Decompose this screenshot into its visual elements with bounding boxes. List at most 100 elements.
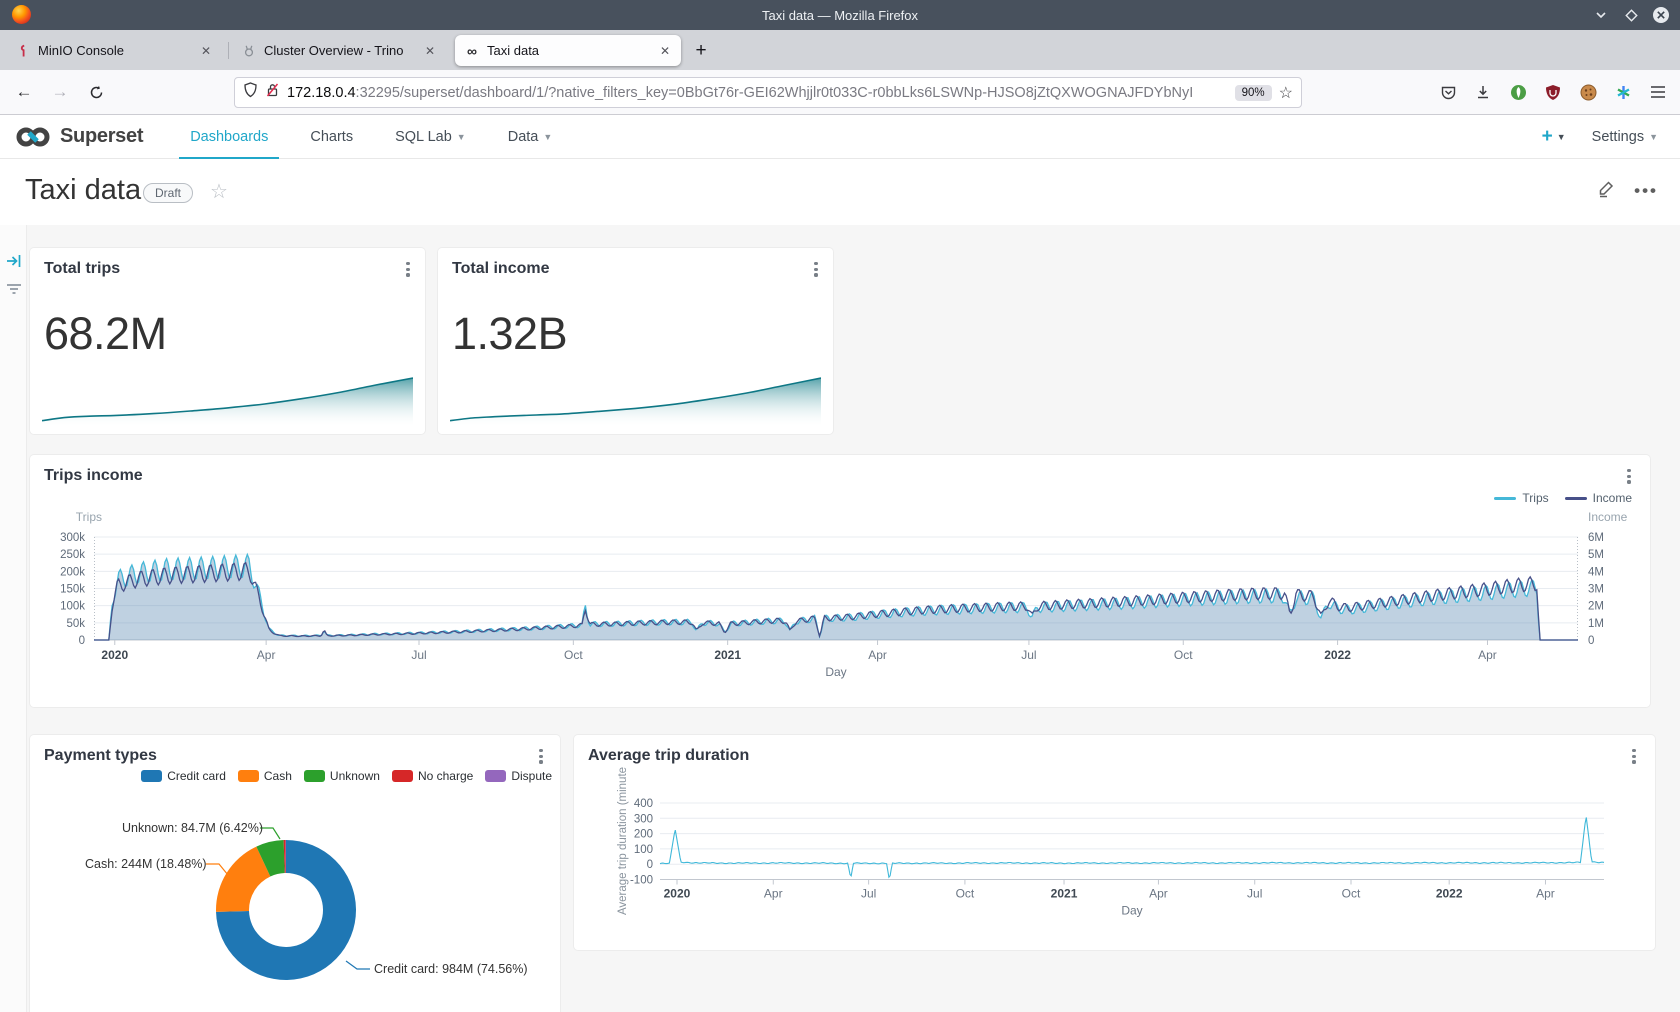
nav-label: Charts bbox=[310, 129, 353, 145]
svg-text:Oct: Oct bbox=[1174, 648, 1193, 662]
donut-callout-unknown: Unknown: 84.7M (6.42%) bbox=[122, 821, 260, 835]
svg-text:250k: 250k bbox=[60, 549, 85, 561]
ublock-icon[interactable] bbox=[1539, 78, 1567, 106]
donut-callout-cash: Cash: 244M (18.48%) bbox=[85, 857, 203, 871]
tab-separator bbox=[228, 42, 229, 59]
svg-text:200k: 200k bbox=[60, 566, 85, 578]
chart-menu-kebab-icon[interactable] bbox=[809, 262, 823, 277]
chart-card-trips-income: Trips income TripsIncome 300k6M250k5M200… bbox=[30, 455, 1650, 707]
forward-button[interactable]: → bbox=[46, 78, 74, 106]
svg-text:-100: -100 bbox=[630, 875, 653, 887]
window-minimize-button[interactable] bbox=[1592, 6, 1610, 24]
dashboard-body: Total trips 68.2M Total income 1.32B Tri… bbox=[0, 225, 1680, 1012]
chart-card-payment-types: Payment types Credit cardCashUnknownNo c… bbox=[30, 735, 560, 1012]
svg-text:2022: 2022 bbox=[1436, 887, 1463, 901]
reload-button[interactable] bbox=[82, 78, 110, 106]
pocket-icon[interactable] bbox=[1434, 78, 1462, 106]
tab-close-icon[interactable]: ✕ bbox=[423, 44, 437, 58]
svg-text:Jul: Jul bbox=[411, 648, 426, 662]
nav-item-sql-lab[interactable]: SQL Lab ▼ bbox=[374, 115, 487, 159]
svg-text:Day: Day bbox=[825, 665, 846, 679]
tab-taxi-data[interactable]: ∞ Taxi data ✕ bbox=[455, 35, 681, 66]
svg-text:2022: 2022 bbox=[1324, 648, 1351, 662]
chart-card-total-trips: Total trips 68.2M bbox=[30, 248, 425, 434]
tab-minio-console[interactable]: MinIO Console ✕ bbox=[6, 35, 222, 66]
svg-text:Income: Income bbox=[1588, 510, 1628, 524]
favorite-star-icon[interactable]: ☆ bbox=[210, 179, 228, 204]
svg-text:50k: 50k bbox=[66, 618, 85, 630]
chart-title: Total trips bbox=[44, 260, 120, 278]
superset-favicon: ∞ bbox=[464, 43, 480, 59]
tab-label: MinIO Console bbox=[38, 43, 192, 58]
new-tab-button[interactable]: + bbox=[688, 38, 714, 64]
bookmark-star-icon[interactable]: ☆ bbox=[1279, 83, 1293, 103]
more-options-icon[interactable]: ••• bbox=[1634, 181, 1658, 201]
chevron-down-icon: ▼ bbox=[1649, 132, 1658, 142]
plus-icon: + bbox=[1542, 126, 1553, 148]
edit-pencil-icon[interactable] bbox=[1597, 179, 1616, 203]
svg-text:Apr: Apr bbox=[1536, 887, 1555, 901]
big-number-value: 1.32B bbox=[452, 308, 567, 360]
settings-menu[interactable]: Settings ▼ bbox=[1592, 129, 1658, 145]
svg-text:Day: Day bbox=[1121, 904, 1142, 918]
nav-label: Data bbox=[508, 129, 539, 145]
tab-trino[interactable]: Cluster Overview - Trino ✕ bbox=[232, 35, 446, 66]
tab-close-icon[interactable]: ✕ bbox=[658, 44, 672, 58]
svg-text:100: 100 bbox=[634, 844, 653, 856]
svg-text:2021: 2021 bbox=[1051, 887, 1078, 901]
add-new-button[interactable]: + ▼ bbox=[1542, 126, 1566, 148]
nav-label: SQL Lab bbox=[395, 129, 452, 145]
nav-item-data[interactable]: Data ▼ bbox=[487, 115, 574, 159]
chevron-down-icon: ▼ bbox=[543, 132, 552, 142]
svg-text:0: 0 bbox=[647, 859, 653, 871]
chart-menu-kebab-icon[interactable] bbox=[401, 262, 415, 277]
sparkline-chart[interactable] bbox=[450, 376, 821, 431]
svg-text:200: 200 bbox=[634, 829, 653, 841]
sparkline-chart[interactable] bbox=[42, 376, 413, 431]
zoom-level-badge[interactable]: 90% bbox=[1235, 85, 1272, 101]
app-nav-items: Dashboards Charts SQL Lab ▼ Data ▼ bbox=[169, 115, 573, 159]
svg-text:2020: 2020 bbox=[664, 887, 691, 901]
nav-item-dashboards[interactable]: Dashboards bbox=[169, 115, 289, 159]
svg-text:Jul: Jul bbox=[1247, 887, 1262, 901]
big-number-value: 68.2M bbox=[44, 308, 167, 360]
svg-text:300k: 300k bbox=[60, 532, 85, 544]
insecure-lock-icon[interactable] bbox=[265, 82, 280, 103]
window-controls bbox=[1592, 0, 1670, 30]
window-maximize-button[interactable] bbox=[1622, 6, 1640, 24]
extension-green-icon[interactable] bbox=[1504, 78, 1532, 106]
shield-icon[interactable] bbox=[243, 82, 258, 103]
window-title: Taxi data — Mozilla Firefox bbox=[0, 8, 1680, 23]
chart-card-total-income: Total income 1.32B bbox=[438, 248, 833, 434]
url-bar[interactable]: 172.18.0.4:32295/superset/dashboard/1/?n… bbox=[234, 77, 1302, 108]
nav-item-charts[interactable]: Charts bbox=[289, 115, 374, 159]
tab-close-icon[interactable]: ✕ bbox=[199, 44, 213, 58]
svg-text:Apr: Apr bbox=[257, 648, 276, 662]
donut-callout-credit-card: Credit card: 984M (74.56%) bbox=[374, 962, 528, 976]
filters-funnel-icon[interactable] bbox=[5, 280, 23, 298]
trips-income-chart[interactable]: 300k6M250k5M200k4M150k3M100k2M50k1M00Tri… bbox=[30, 455, 1650, 707]
menu-icon[interactable] bbox=[1644, 78, 1672, 106]
expand-filter-bar-icon[interactable] bbox=[5, 252, 23, 270]
multicolor-extension-icon[interactable] bbox=[1609, 78, 1637, 106]
superset-logo[interactable]: Superset bbox=[14, 125, 143, 149]
download-icon[interactable] bbox=[1469, 78, 1497, 106]
chart-card-avg-trip-duration: Average trip duration 4003002001000-1002… bbox=[574, 735, 1655, 950]
svg-text:150k: 150k bbox=[60, 584, 85, 596]
back-button[interactable]: ← bbox=[10, 78, 38, 106]
tab-strip: MinIO Console ✕ Cluster Overview - Trino… bbox=[0, 30, 1680, 70]
svg-text:2020: 2020 bbox=[101, 648, 128, 662]
brand-name: Superset bbox=[60, 125, 143, 148]
svg-text:Jul: Jul bbox=[861, 887, 876, 901]
svg-text:Jul: Jul bbox=[1021, 648, 1036, 662]
status-badge: Draft bbox=[143, 183, 193, 203]
avg-trip-duration-chart[interactable]: 4003002001000-1002020AprJulOct2021AprJul… bbox=[574, 735, 1655, 950]
svg-text:Apr: Apr bbox=[1478, 648, 1497, 662]
page-title: Taxi data bbox=[25, 174, 141, 207]
url-text[interactable]: 172.18.0.4:32295/superset/dashboard/1/?n… bbox=[287, 85, 1228, 101]
app-nav-right: + ▼ Settings ▼ bbox=[1542, 126, 1658, 148]
screen: Taxi data — Mozilla Firefox MinIO Consol… bbox=[0, 0, 1680, 1012]
cookie-extension-icon[interactable] bbox=[1574, 78, 1602, 106]
window-close-button[interactable] bbox=[1652, 6, 1670, 24]
toolbar-extensions bbox=[1434, 78, 1672, 106]
